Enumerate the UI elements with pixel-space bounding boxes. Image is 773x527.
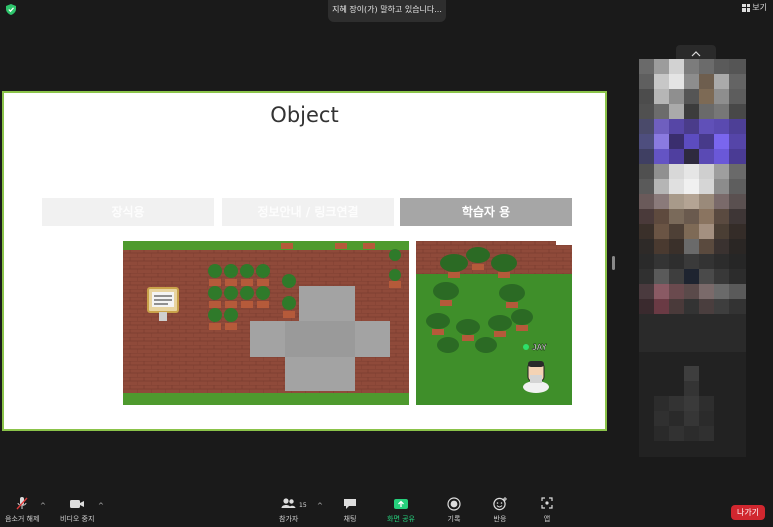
category-info-link: 정보안내 / 링크연결 (222, 198, 394, 226)
chevron-up-icon (691, 51, 701, 57)
leave-meeting-button[interactable]: 나가기 (731, 505, 765, 520)
category-decorative: 장식용 (42, 198, 214, 226)
avatar-name-label: JAY (532, 343, 547, 352)
active-speaker-text: 지혜 장이(가) 말하고 있습니다... (332, 5, 442, 14)
grid-icon (742, 3, 751, 12)
stop-video-button[interactable]: 비디오 중지 (60, 496, 94, 524)
apps-label: 앱 (543, 515, 551, 523)
audio-options-caret-icon[interactable]: ^ (40, 502, 46, 510)
apps-button[interactable]: 앱 (540, 496, 554, 524)
category-learner: 학습자 용 (400, 198, 572, 226)
participants-icon (281, 498, 296, 508)
chat-bubble-icon (344, 499, 356, 509)
share-screen-icon (394, 499, 408, 509)
active-speaker-banner: 지혜 장이(가) 말하고 있습니다... (328, 0, 446, 22)
unmute-label: 음소거 해제 (5, 515, 40, 523)
view-button[interactable]: 보기 (742, 2, 767, 13)
record-button[interactable]: 기록 (446, 496, 462, 524)
share-screen-label: 화면 공유 (387, 515, 415, 523)
gallery-scroll-up-button[interactable] (676, 45, 716, 59)
share-screen-button[interactable]: 화면 공유 (387, 496, 415, 524)
stop-video-label: 비디오 중지 (60, 515, 95, 523)
record-icon (447, 497, 461, 511)
participants-count: 15 (299, 502, 307, 509)
game-map-screenshot-2: JAY (416, 241, 572, 405)
apps-icon (541, 497, 553, 509)
participants-label: 참가자 (279, 515, 299, 523)
view-label: 보기 (752, 3, 767, 12)
reactions-button[interactable]: 반응 (492, 496, 508, 524)
game-map-screenshot-1 (123, 241, 409, 405)
meeting-toolbar: 음소거 해제 ^ 비디오 중지 ^ 참가자 15 ^ 채팅 화면 공유 기록 반… (0, 496, 773, 527)
resize-handle[interactable] (612, 256, 615, 270)
record-label: 기록 (447, 515, 461, 523)
participants-button[interactable]: 참가자 (279, 496, 298, 524)
unmute-button[interactable]: 음소거 해제 (5, 496, 39, 524)
video-camera-icon (70, 500, 85, 508)
reactions-label: 반응 (493, 515, 507, 523)
participants-options-caret-icon[interactable]: ^ (317, 502, 323, 510)
security-shield-icon[interactable] (6, 4, 16, 15)
chat-label: 채팅 (343, 515, 357, 523)
participant-gallery[interactable] (639, 59, 746, 357)
slide-title: Object (270, 103, 339, 127)
smiley-icon (493, 497, 507, 511)
chat-button[interactable]: 채팅 (342, 496, 358, 524)
microphone-muted-icon (16, 497, 28, 510)
participant-gallery-lower[interactable] (639, 352, 746, 457)
video-options-caret-icon[interactable]: ^ (98, 502, 104, 510)
shared-slide: Object 장식용 정보안내 / 링크연결 학습자 용 JAY (2, 91, 607, 431)
